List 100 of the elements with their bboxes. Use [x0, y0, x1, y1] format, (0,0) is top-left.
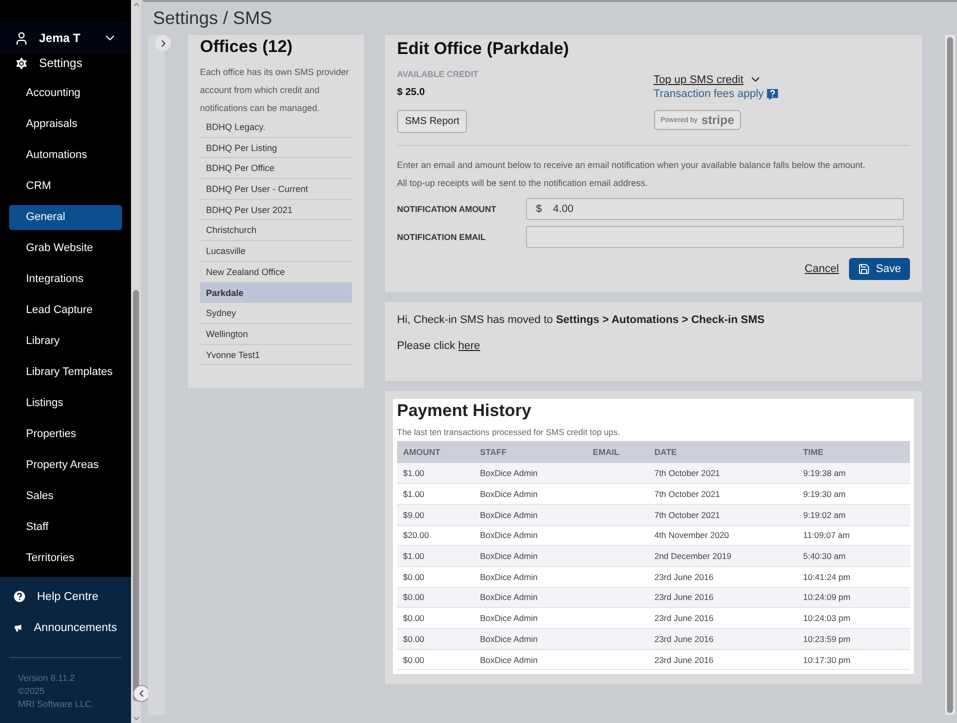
column-header: STAFF	[474, 441, 587, 463]
currency-prefix: $	[536, 203, 542, 215]
office-item[interactable]: Lucasville	[200, 241, 352, 262]
office-item[interactable]: BDHQ Legacy.	[200, 117, 352, 138]
nav-item[interactable]: Help Centre	[37, 590, 98, 602]
offices-title: Offices (12)	[200, 37, 294, 57]
stripe-brand: stripe	[701, 113, 734, 127]
table-cell: 23rd June 2016	[654, 592, 714, 602]
table-cell: 9:19:30 am	[803, 489, 846, 500]
table-cell: $0.00	[403, 613, 424, 624]
nav-item[interactable]: Library	[9, 329, 122, 354]
table-cell: BoxDice Admin	[480, 592, 538, 602]
office-item[interactable]: Sydney	[200, 303, 352, 324]
table-cell: $9.00	[403, 510, 424, 520]
edit-office-title: Edit Office (Parkdale)	[397, 39, 570, 59]
nav-item[interactable]: Staff	[9, 515, 122, 540]
table-cell: $1.00	[403, 468, 424, 478]
table-cell: $1.00	[403, 489, 424, 500]
credit-label: AVAILABLE CREDIT	[397, 69, 478, 79]
table-cell: 9:19:38 am	[803, 468, 846, 478]
nav-item[interactable]: General	[9, 205, 122, 230]
help-icon	[14, 591, 25, 602]
scrollbar-thumb[interactable]	[947, 37, 953, 713]
nav-item[interactable]: Automations	[9, 143, 122, 168]
version-text: MRI Software LLC.	[18, 698, 96, 711]
table-cell: $0.00	[403, 634, 424, 644]
table-cell: BoxDice Admin	[480, 510, 538, 520]
table-cell: $20.00	[403, 530, 429, 540]
save-button[interactable]: Save	[848, 258, 910, 280]
table-cell: BoxDice Admin	[480, 530, 538, 540]
table-cell: BoxDice Admin	[480, 551, 538, 562]
nav-item[interactable]: Announcements	[34, 622, 117, 634]
office-item[interactable]: Parkdale	[200, 282, 352, 304]
table-cell: 7th October 2021	[654, 489, 720, 500]
click-message: Please click here	[397, 340, 482, 352]
table-cell: BoxDice Admin	[480, 572, 538, 582]
table-cell: BoxDice Admin	[480, 468, 538, 478]
input-field[interactable]	[526, 226, 904, 248]
scroll-up-icon[interactable]	[132, 0, 140, 9]
scrollbar-thumb[interactable]	[133, 290, 139, 701]
nav-item[interactable]: Properties	[9, 422, 122, 447]
table-cell: BoxDice Admin	[480, 654, 538, 665]
credit-value: $ 25.0	[397, 87, 425, 98]
expand-button[interactable]	[155, 35, 171, 51]
here-link[interactable]: here	[458, 340, 480, 352]
payment-title: Payment History	[397, 401, 532, 421]
notice-text: Enter an email and amount below to receive an email notification when your available balance falls below the amount.	[397, 159, 866, 172]
nav-item[interactable]: Accounting	[9, 81, 122, 106]
office-item[interactable]: BDHQ Per User 2021	[200, 200, 352, 220]
office-item[interactable]: BDHQ Per Office	[200, 158, 352, 180]
column-header: TIME	[797, 441, 910, 463]
nav-item[interactable]: Territories	[9, 546, 122, 571]
office-item[interactable]: Wellington	[200, 324, 352, 345]
settings-heading[interactable]: Settings	[39, 56, 82, 70]
table-cell: 23rd June 2016	[654, 572, 714, 582]
nav-item[interactable]: Property Areas	[9, 453, 122, 478]
nav-item[interactable]: Appraisals	[9, 112, 122, 137]
cancel-link[interactable]: Cancel	[804, 263, 839, 275]
nav-item[interactable]: Library Templates	[9, 360, 122, 385]
settings-icon	[14, 56, 29, 71]
table-cell: 10:41:24 pm	[803, 572, 850, 582]
table-cell: $0.00	[403, 592, 424, 602]
sms-report-button[interactable]: SMS Report	[397, 110, 468, 133]
office-item[interactable]: BDHQ Per User - Current	[200, 179, 352, 200]
office-item[interactable]: Christchurch	[200, 220, 352, 242]
save-icon	[858, 263, 870, 275]
nav-item[interactable]: Sales	[9, 484, 122, 509]
table-cell: 7th October 2021	[654, 510, 720, 520]
table-cell: $0.00	[403, 572, 424, 582]
table-cell: $1.00	[403, 551, 424, 562]
table-cell: BoxDice Admin	[480, 613, 538, 624]
nav-item[interactable]: Grab Website	[9, 236, 122, 261]
field-label: NOTIFICATION AMOUNT	[397, 204, 498, 214]
nav-item[interactable]: Listings	[9, 391, 122, 416]
scroll-down-icon[interactable]	[132, 714, 140, 723]
nav-item[interactable]: Lead Capture	[9, 298, 122, 323]
table-cell: 9:19:02 am	[803, 510, 846, 520]
column-header: AMOUNT	[397, 441, 474, 463]
table-cell: 23rd June 2016	[654, 654, 714, 665]
version-text: ©2025	[18, 685, 46, 698]
user-icon	[14, 30, 29, 46]
version-text: Version 8.11.2	[18, 672, 76, 685]
field-label: NOTIFICATION EMAIL	[397, 232, 487, 242]
fees-link[interactable]: Transaction fees apply	[654, 88, 764, 100]
column-header: EMAIL	[586, 441, 648, 463]
notice-text: All top-up receipts will be sent to the notification email address.	[397, 177, 649, 190]
top-up-link[interactable]: Top up SMS credit	[654, 74, 744, 86]
table-cell: 10:24:09 pm	[803, 592, 850, 602]
office-item[interactable]: Yvonne Test1	[200, 344, 352, 366]
office-item[interactable]: BDHQ Per Listing	[200, 138, 352, 158]
table-cell: 23rd June 2016	[654, 613, 714, 624]
nav-item[interactable]: CRM	[9, 174, 122, 199]
user-name[interactable]: Jema T	[39, 31, 80, 46]
column-header: DATE	[648, 441, 798, 463]
table-cell: 5:40:30 am	[803, 551, 846, 562]
table-cell: 11:09:07 am	[803, 530, 850, 540]
help-icon[interactable]	[766, 88, 778, 100]
offices-description: Each office has its own SMS provider account from which credit and notifications can be managed.	[200, 66, 350, 115]
payment-subtitle: The last ten transactions processed for SMS credit top ups.	[397, 427, 621, 437]
nav-item[interactable]: Integrations	[9, 267, 122, 292]
